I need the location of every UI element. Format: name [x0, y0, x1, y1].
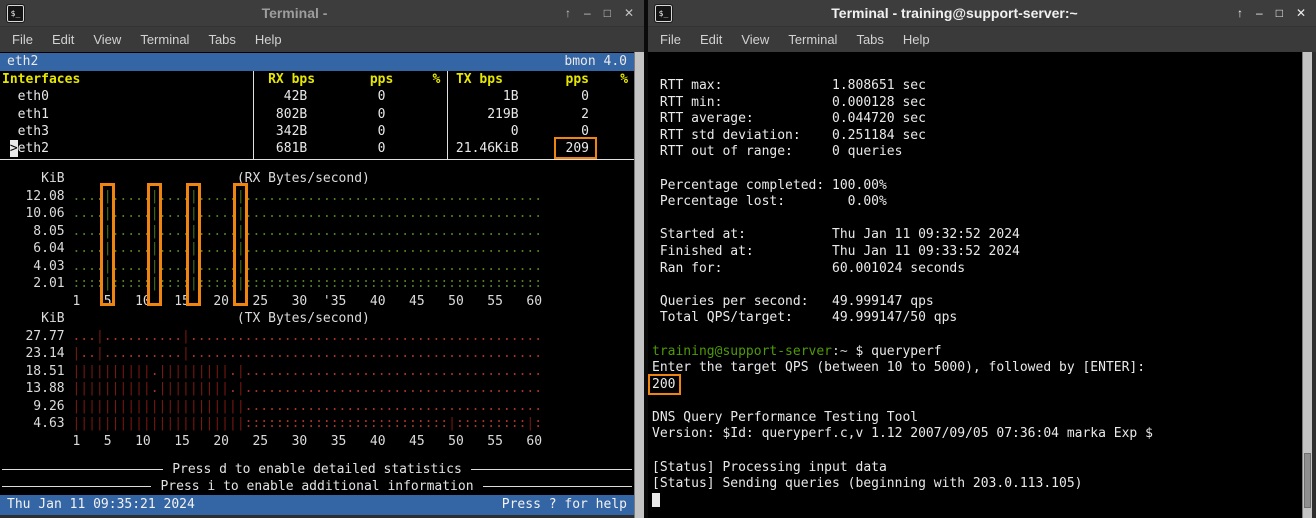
- bmon-statusbar: Thu Jan 11 09:35:21 2024 Press ? for hel…: [0, 495, 634, 515]
- terminal-app-icon: $_: [655, 5, 672, 22]
- highlight-box-qps-200: [648, 374, 681, 395]
- interfaces-table: InterfacesRX bpspps%TX bpspps%eth042B01B…: [2, 71, 634, 157]
- terminal-line: [652, 277, 1302, 294]
- terminal-line: RTT average: 0.044720 sec: [652, 111, 1302, 128]
- interface-row-eth2[interactable]: >eth2681B021.46KiB209: [2, 140, 634, 157]
- maximize-button[interactable]: □: [1276, 6, 1283, 20]
- terminal-line: RTT max: 1.808651 sec: [652, 78, 1302, 95]
- window-border: [1312, 52, 1316, 518]
- menu-edit[interactable]: Edit: [700, 32, 722, 47]
- terminal-line: [652, 393, 1302, 410]
- interface-row-eth1[interactable]: eth1802B0219B2: [2, 106, 634, 123]
- maximize-button[interactable]: □: [604, 6, 611, 20]
- highlight-box-tx-pps-209: [554, 137, 597, 159]
- terminal-line: 200: [652, 377, 1302, 394]
- bmon-version: bmon 4.0: [564, 53, 627, 71]
- terminal-line: [652, 493, 1302, 510]
- menu-help[interactable]: Help: [903, 32, 930, 47]
- highlight-box-rx-spike-2: [147, 183, 162, 306]
- text-cursor: [652, 493, 660, 507]
- terminal-app-icon: $_: [7, 5, 24, 22]
- bmon-topbar: eth2 bmon 4.0: [0, 53, 634, 71]
- tx-bytes-graph: KiB (TX Bytes/second) 27.77 ...|........…: [2, 310, 634, 450]
- bmon-screen: eth2 bmon 4.0 InterfacesRX bpspps%TX bps…: [0, 52, 634, 518]
- highlight-box-rx-spike-1: [100, 183, 115, 306]
- terminal-line: training@support-server:~ $ queryperf: [652, 344, 1302, 361]
- terminal-line: [652, 443, 1302, 460]
- scrollbar-thumb[interactable]: [1304, 453, 1311, 508]
- close-button[interactable]: ✕: [1296, 6, 1306, 20]
- terminal-line: Version: $Id: queryperf.c,v 1.12 2007/09…: [652, 426, 1302, 443]
- shade-button[interactable]: ↑: [1237, 6, 1243, 20]
- menu-help[interactable]: Help: [255, 32, 282, 47]
- terminal-line: Started at: Thu Jan 11 09:32:52 2024: [652, 227, 1302, 244]
- terminal-window-queryperf: $_ Terminal - training@support-server:~ …: [648, 0, 1316, 518]
- bmon-help-hint: Press ? for help: [502, 495, 627, 515]
- terminal-window-bmon: $_ Terminal - ↑ – □ ✕ File Edit View Ter…: [0, 0, 644, 518]
- menu-edit[interactable]: Edit: [52, 32, 74, 47]
- menu-tabs[interactable]: Tabs: [856, 32, 883, 47]
- menu-tabs[interactable]: Tabs: [208, 32, 235, 47]
- terminal-line: Enter the target QPS (between 10 to 5000…: [652, 360, 1302, 377]
- bmon-selected-interface: eth2: [7, 53, 38, 71]
- table-bottom-rule: [0, 159, 634, 160]
- window-title: Terminal -: [24, 5, 565, 21]
- interface-row-eth3[interactable]: eth3342B000: [2, 123, 634, 140]
- terminal-line: [652, 327, 1302, 344]
- terminal-line: Finished at: Thu Jan 11 09:33:52 2024: [652, 244, 1302, 261]
- terminal-line: [Status] Sending queries (beginning with…: [652, 476, 1302, 493]
- titlebar[interactable]: $_ Terminal - training@support-server:~ …: [648, 0, 1316, 26]
- terminal-line: Queries per second: 49.999147 qps: [652, 294, 1302, 311]
- bmon-clock: Thu Jan 11 09:35:21 2024: [7, 495, 195, 515]
- queryperf-output[interactable]: RTT max: 1.808651 sec RTT min: 0.000128 …: [648, 52, 1302, 518]
- highlight-box-rx-spike-3: [186, 183, 201, 306]
- menu-file[interactable]: File: [660, 32, 681, 47]
- terminal-line: RTT out of range: 0 queries: [652, 144, 1302, 161]
- table-separator: [447, 71, 448, 159]
- menu-terminal[interactable]: Terminal: [140, 32, 189, 47]
- shade-button[interactable]: ↑: [565, 6, 571, 20]
- rx-bytes-graph: KiB (RX Bytes/second) 12.08 ....|.....|.…: [2, 170, 634, 310]
- table-separator: [253, 71, 254, 159]
- window-title: Terminal - training@support-server:~: [672, 5, 1237, 21]
- menu-view[interactable]: View: [93, 32, 121, 47]
- bmon-hint-detailed: Press d to enable detailed statistics: [2, 461, 632, 478]
- terminal-line: DNS Query Performance Testing Tool: [652, 410, 1302, 427]
- terminal-line: RTT std deviation: 0.251184 sec: [652, 128, 1302, 145]
- menu-terminal[interactable]: Terminal: [788, 32, 837, 47]
- terminal-line: [Status] Processing input data: [652, 460, 1302, 477]
- titlebar[interactable]: $_ Terminal - ↑ – □ ✕: [0, 0, 644, 26]
- menu-file[interactable]: File: [12, 32, 33, 47]
- table-header: InterfacesRX bpspps%TX bpspps%: [2, 71, 634, 88]
- menu-view[interactable]: View: [741, 32, 769, 47]
- scrollbar[interactable]: [1302, 52, 1312, 518]
- interface-row-eth0[interactable]: eth042B01B0: [2, 88, 634, 105]
- terminal-line: RTT min: 0.000128 sec: [652, 95, 1302, 112]
- bmon-hint-additional: Press i to enable additional information: [2, 478, 632, 495]
- terminal-line: Total QPS/target: 49.999147/50 qps: [652, 310, 1302, 327]
- minimize-button[interactable]: –: [1256, 6, 1263, 20]
- close-button[interactable]: ✕: [624, 6, 634, 20]
- scrollbar[interactable]: [634, 52, 644, 518]
- minimize-button[interactable]: –: [584, 6, 591, 20]
- menubar: File Edit View Terminal Tabs Help: [0, 26, 644, 52]
- terminal-line: [652, 161, 1302, 178]
- terminal-line: Percentage lost: 0.00%: [652, 194, 1302, 211]
- menubar: File Edit View Terminal Tabs Help: [648, 26, 1316, 52]
- terminal-line: Ran for: 60.001024 seconds: [652, 261, 1302, 278]
- terminal-line: Percentage completed: 100.00%: [652, 178, 1302, 195]
- highlight-box-rx-spike-4: [233, 183, 248, 306]
- terminal-line: [652, 211, 1302, 228]
